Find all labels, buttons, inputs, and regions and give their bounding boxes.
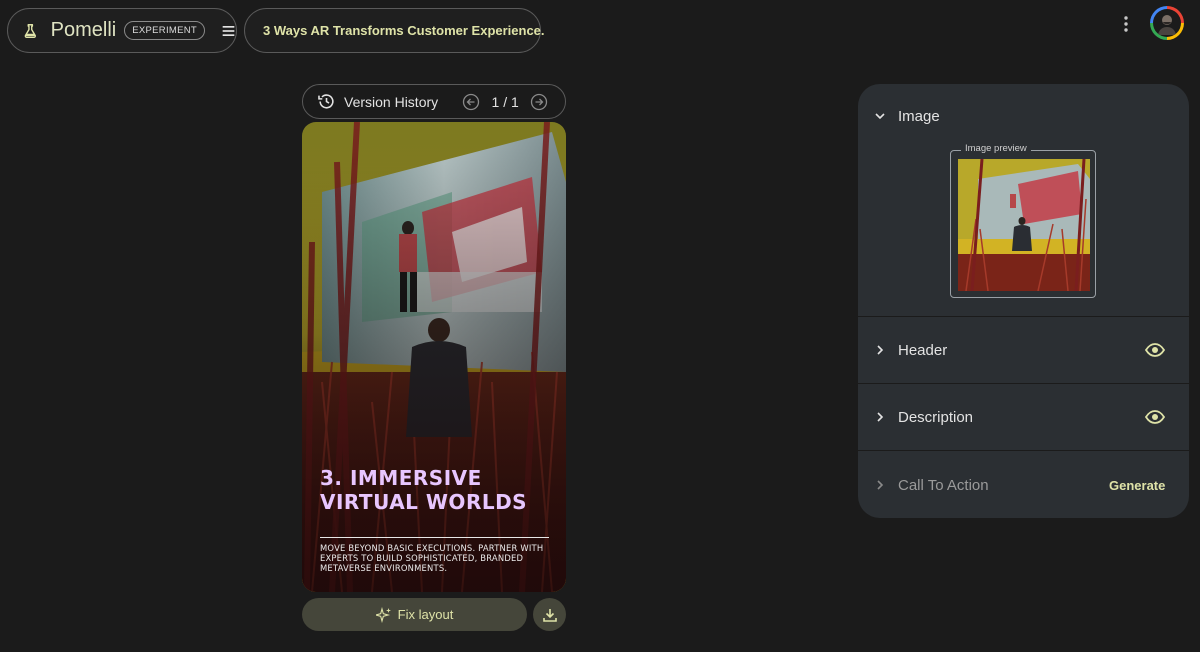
header-section: Header <box>858 317 1189 383</box>
history-icon[interactable] <box>317 92 336 111</box>
image-section-title: Image <box>898 107 940 125</box>
arrow-circle-left-icon[interactable] <box>462 93 480 111</box>
avatar[interactable] <box>1150 6 1184 40</box>
brand-name: Pomelli <box>50 19 117 41</box>
image-section-toggle[interactable]: Image <box>858 101 1189 131</box>
more-vert-icon[interactable] <box>1117 14 1135 34</box>
card-divider <box>320 537 549 538</box>
brand-pill: Pomelli EXPERIMENT <box>7 8 237 53</box>
generate-button[interactable]: Generate <box>1109 478 1165 493</box>
call-to-action-toggle[interactable]: Call To Action Generate <box>858 470 1189 500</box>
visibility-eye-icon[interactable] <box>1145 410 1165 424</box>
version-history-label[interactable]: Version History <box>344 94 438 110</box>
call-to-action-section: Call To Action Generate <box>858 451 1189 518</box>
flask-icon <box>24 23 37 38</box>
download-icon <box>542 608 557 622</box>
card-heading-line-2: VIRTUAL WORLDS <box>320 490 528 514</box>
header-section-toggle[interactable]: Header <box>858 335 1189 365</box>
arrow-circle-right-icon[interactable] <box>530 93 548 111</box>
image-preview-label: Image preview <box>961 143 1031 154</box>
properties-panel: Image Image preview Header Description C… <box>858 84 1189 518</box>
sparkle-icon <box>375 606 391 623</box>
image-preview-thumbnail <box>958 159 1090 291</box>
visibility-eye-icon[interactable] <box>1145 343 1165 357</box>
card-background-image <box>302 122 566 592</box>
card-description[interactable]: MOVE BEYOND BASIC EXECUTIONS. PARTNER WI… <box>320 543 545 574</box>
image-section: Image Image preview <box>858 84 1189 316</box>
description-section-title: Description <box>898 408 974 426</box>
version-history-bar: Version History 1 / 1 <box>302 84 566 119</box>
description-section-toggle[interactable]: Description <box>858 402 1189 432</box>
chevron-down-icon <box>875 113 885 120</box>
fix-layout-button[interactable]: Fix layout <box>302 598 527 631</box>
header-section-title: Header <box>898 341 948 359</box>
back-title-button[interactable]: 3 Ways AR Transforms Customer Experience… <box>244 8 545 53</box>
card-heading[interactable]: 3. IMMERSIVE VIRTUAL WORLDS <box>320 466 550 514</box>
story-card[interactable]: 3. IMMERSIVE VIRTUAL WORLDS MOVE BEYOND … <box>302 122 566 592</box>
campaign-title: 3 Ways AR Transforms Customer Experience… <box>263 23 545 38</box>
call-to-action-title: Call To Action <box>898 476 989 494</box>
chevron-right-icon <box>877 480 884 490</box>
fix-layout-label: Fix layout <box>397 607 454 622</box>
chevron-right-icon <box>877 412 884 422</box>
image-preview[interactable]: Image preview <box>950 143 1096 298</box>
experiment-badge: EXPERIMENT <box>124 21 205 40</box>
avatar-image <box>1158 15 1176 35</box>
chevron-right-icon <box>877 345 884 355</box>
card-heading-line-1: 3. IMMERSIVE <box>320 466 482 490</box>
hamburger-menu-icon[interactable] <box>221 24 236 38</box>
download-button[interactable] <box>533 598 566 631</box>
version-counter: 1 / 1 <box>491 93 519 110</box>
description-section: Description <box>858 384 1189 450</box>
